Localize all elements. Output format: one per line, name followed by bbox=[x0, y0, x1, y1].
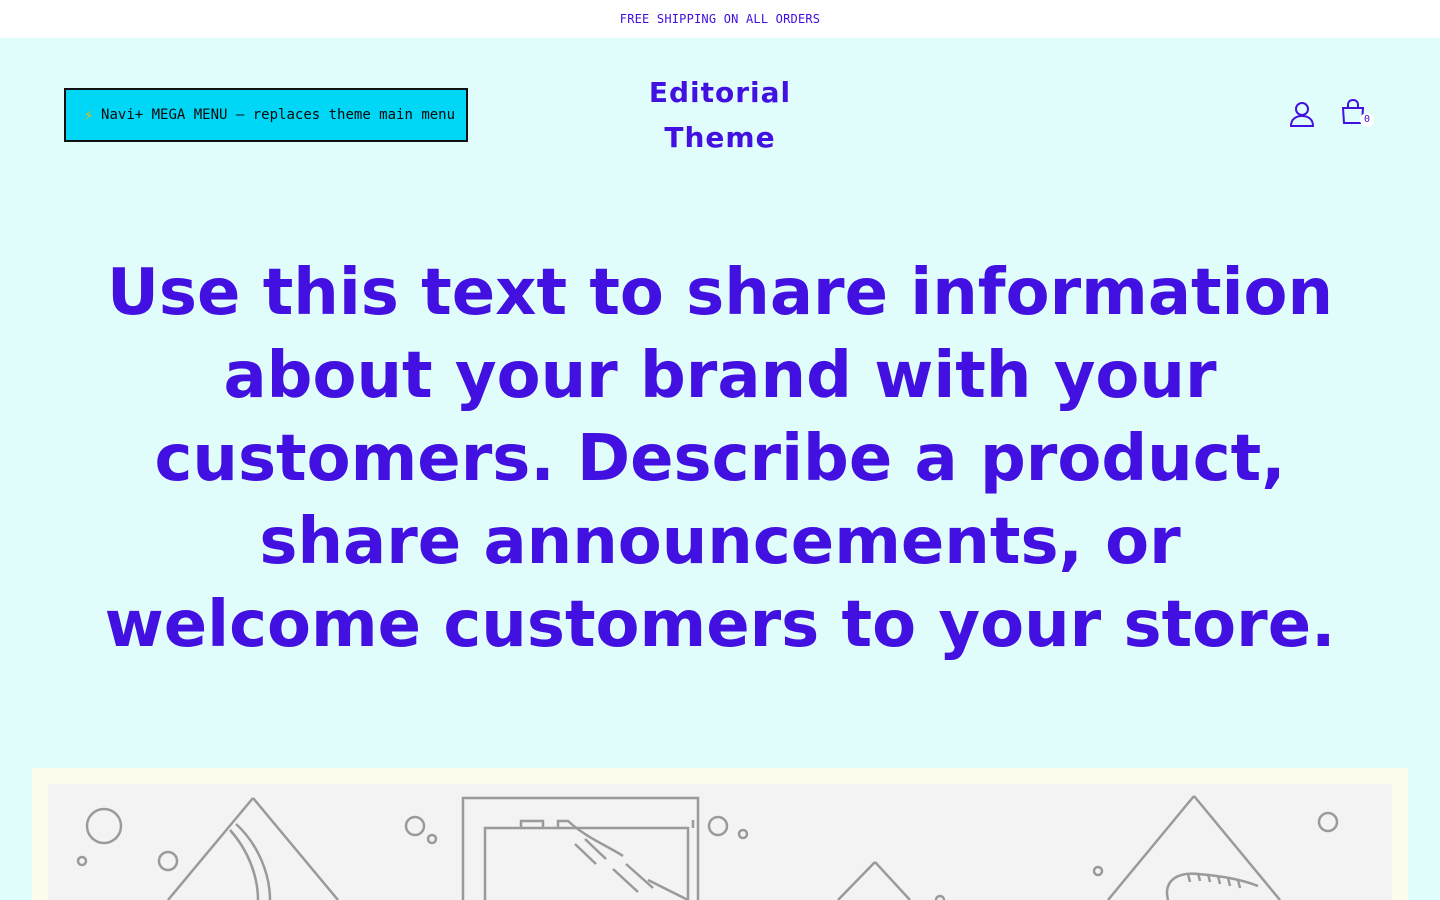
logo-line-2: Theme bbox=[664, 121, 776, 154]
mega-menu-label: Navi+ MEGA MENU — replaces theme main me… bbox=[101, 107, 456, 123]
featured-image-frame bbox=[32, 768, 1408, 900]
announcement-bar: FREE SHIPPING ON ALL ORDERS bbox=[0, 0, 1440, 38]
account-icon[interactable] bbox=[1288, 100, 1316, 128]
site-logo[interactable]: Editorial Theme bbox=[560, 70, 880, 160]
cart-count-badge: 0 bbox=[1360, 113, 1374, 127]
featured-image bbox=[48, 784, 1392, 900]
cart-button[interactable]: 0 bbox=[1339, 98, 1375, 130]
logo-line-1: Editorial bbox=[648, 76, 792, 109]
mega-menu-button[interactable]: ⚡ Navi+ MEGA MENU — replaces theme main … bbox=[64, 88, 468, 142]
announcement-text: FREE SHIPPING ON ALL ORDERS bbox=[619, 12, 821, 26]
site-header: ⚡ Navi+ MEGA MENU — replaces theme main … bbox=[0, 38, 1440, 198]
hero-text: Use this text to share information about… bbox=[104, 256, 1336, 662]
lightning-bolt-icon: ⚡ bbox=[84, 106, 94, 124]
